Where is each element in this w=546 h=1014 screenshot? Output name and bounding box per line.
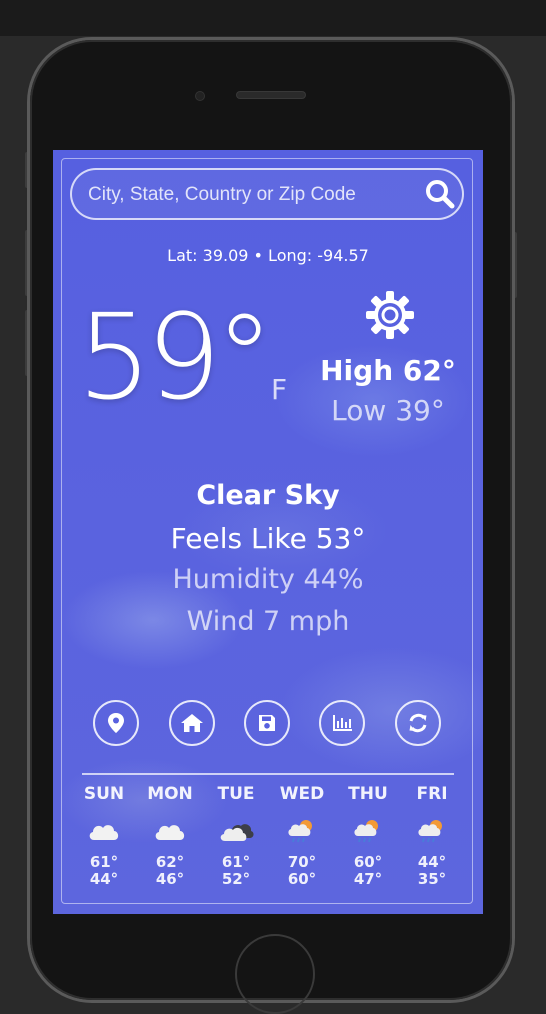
forecast-row: SUN 61° 44° MON 62° 46° TUE 61° 52° WED … [71,784,465,904]
search-bar [70,168,464,220]
search-input[interactable] [86,170,410,220]
sun-cloud-rain-icon [418,820,442,843]
day-name: FRI [416,784,448,804]
search-icon[interactable] [424,178,456,210]
front-camera [196,92,204,100]
forecast-day: FRI 44° 35° [399,784,465,888]
day-low: 52° [221,870,251,888]
cloud-icon [89,825,119,840]
day-name: TUE [217,784,255,804]
weather-condition: Clear Sky [196,480,340,511]
coordinates-readout: Lat: 39.09 • Long: -94.57 [167,246,369,265]
dark-cloud-icon [220,824,254,841]
day-low: 44° [89,870,119,888]
bar-chart-icon [333,715,352,731]
refresh-button[interactable] [395,700,441,746]
day-high: 61° [221,853,251,871]
home-button [235,934,315,1014]
gear-icon[interactable] [364,289,416,341]
forecast-day: TUE 61° 52° [203,784,269,888]
sun-cloud-rain-icon [354,820,378,843]
humidity: Humidity 44% [172,564,364,595]
control-buttons [53,700,483,752]
wind-speed: Wind 7 mph [186,606,350,637]
day-name: SUN [83,784,125,804]
chart-button[interactable] [319,700,365,746]
browser-top-bar [0,0,546,36]
day-low: 35° [417,870,447,888]
low-temperature: Low 39° [331,394,445,427]
day-high: 70° [287,853,317,871]
day-low: 47° [353,870,383,888]
save-icon [259,715,275,731]
forecast-divider [82,773,454,775]
day-name: THU [348,784,388,804]
feels-like: Feels Like 53° [170,522,366,555]
forecast-day: THU 60° 47° [335,784,401,888]
current-temperature: 59° [77,288,274,426]
high-temperature: High 62° [320,354,456,387]
day-name: MON [147,784,193,804]
temperature-unit-toggle[interactable]: F [271,373,287,406]
sun-cloud-rain-icon [288,820,312,843]
refresh-icon [409,713,427,733]
day-low: 60° [287,870,317,888]
forecast-day: WED 70° 60° [269,784,335,888]
day-name: WED [279,784,325,804]
location-button[interactable] [93,700,139,746]
earpiece-speaker [237,92,305,98]
home-location-button[interactable] [169,700,215,746]
forecast-day: SUN 61° 44° [71,784,137,888]
cloud-icon [155,825,185,840]
day-high: 60° [353,853,383,871]
day-high: 61° [89,853,119,871]
day-low: 46° [155,870,185,888]
day-high: 62° [155,853,185,871]
day-high: 44° [417,853,447,871]
power-button [512,232,517,298]
save-button[interactable] [244,700,290,746]
home-icon [181,714,203,732]
weather-app-screen: Lat: 39.09 • Long: -94.57 59° F High 62°… [53,150,483,914]
location-pin-icon [108,713,124,733]
forecast-day: MON 62° 46° [137,784,203,888]
